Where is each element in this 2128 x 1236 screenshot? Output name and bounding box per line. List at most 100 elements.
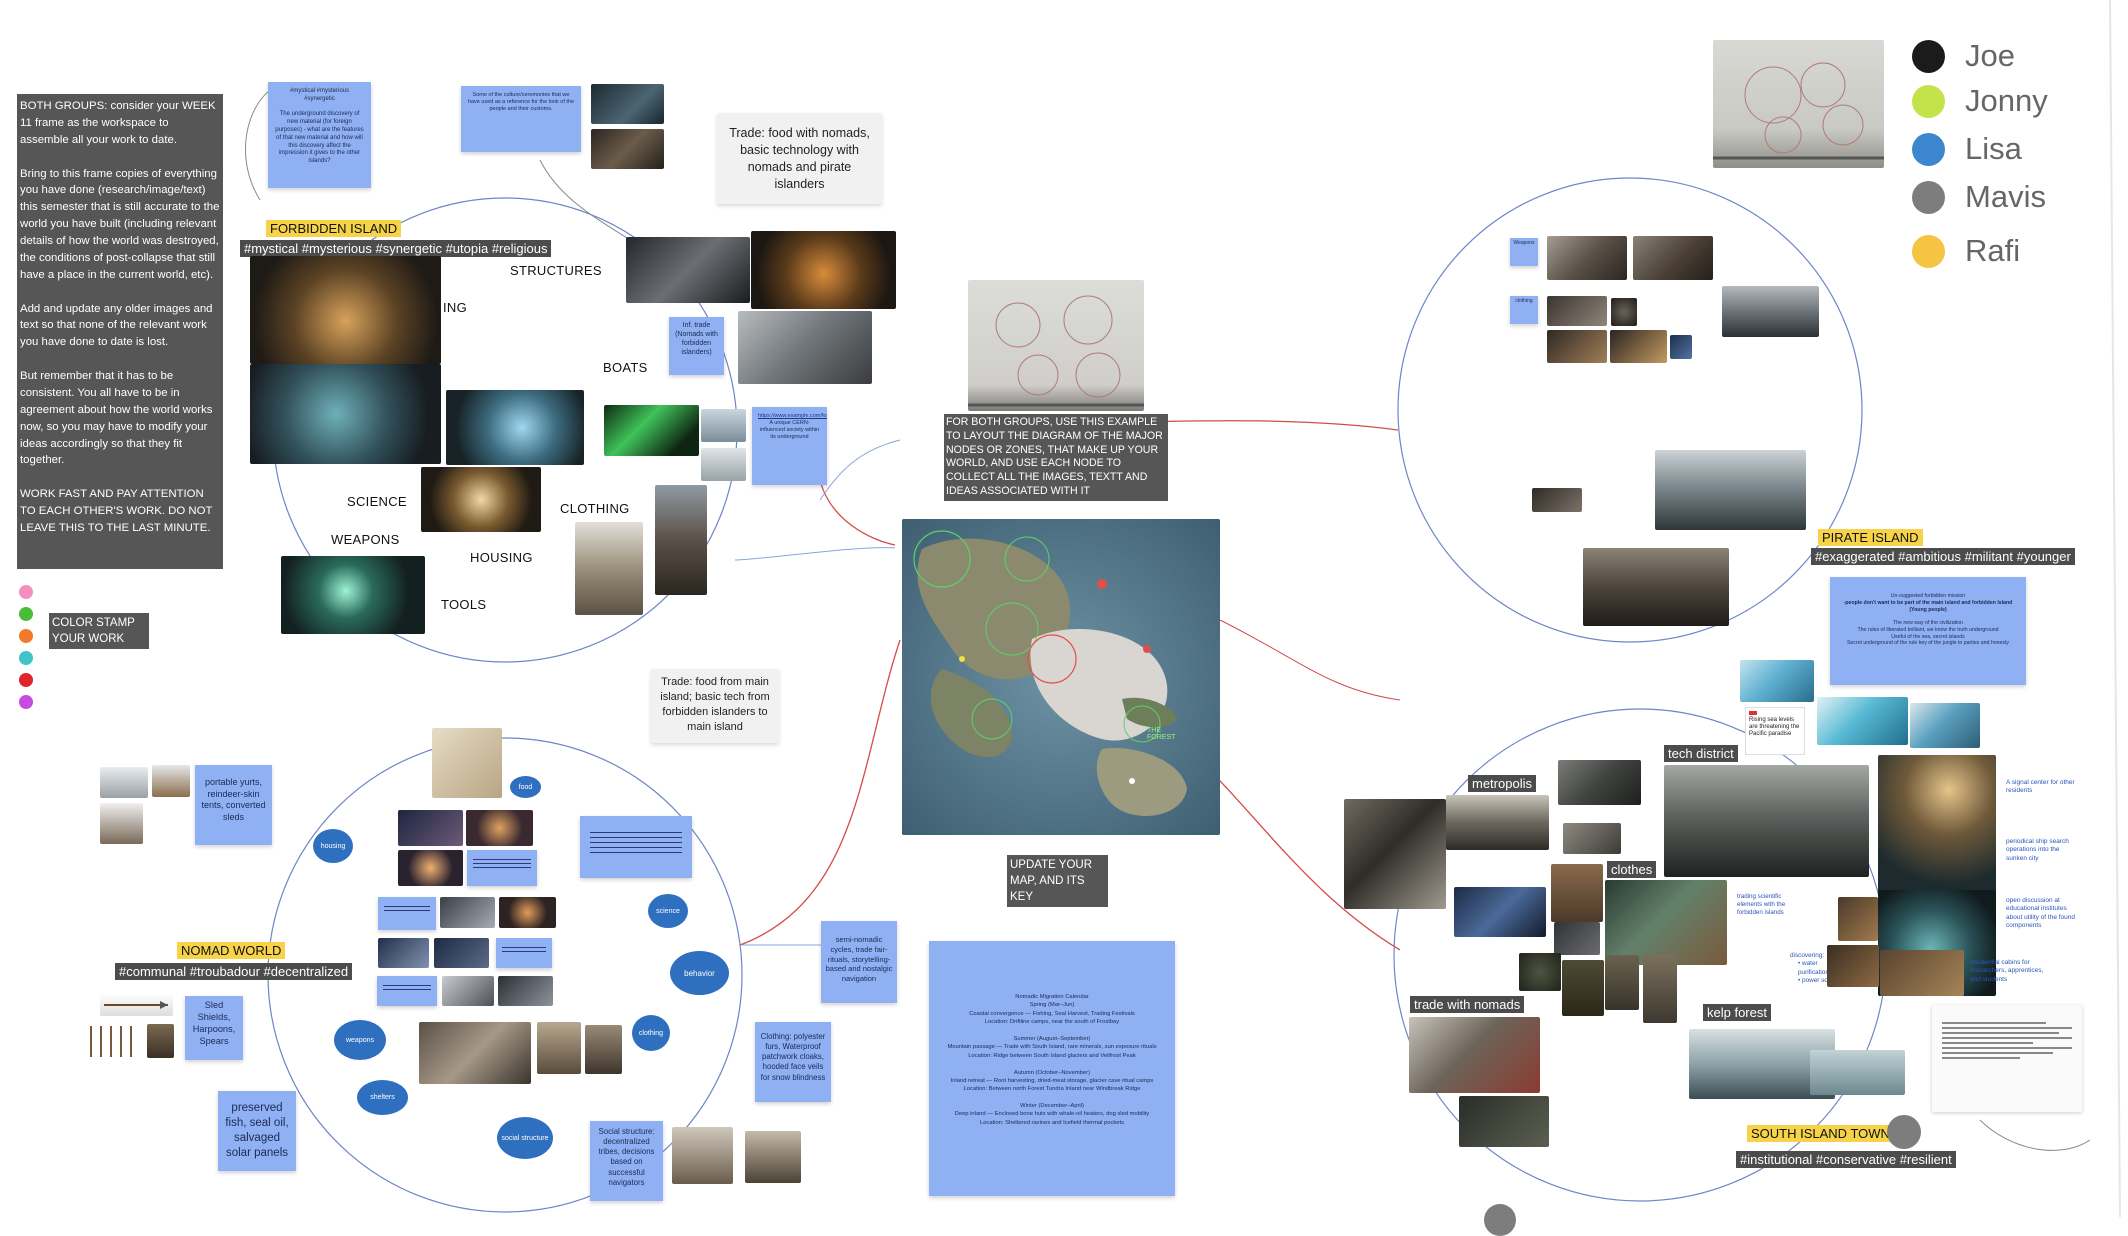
nomad-image-sketch[interactable]: [432, 728, 502, 798]
south-image-clothes-3[interactable]: [1554, 922, 1600, 955]
forbidden-image-underwater-1[interactable]: [250, 256, 441, 364]
south-image-city-1[interactable]: [1344, 799, 1446, 909]
south-image-aerial-reef[interactable]: [1740, 660, 1814, 702]
nomad-image-fire-2[interactable]: [466, 810, 533, 846]
forbidden-image-glowing-device[interactable]: [281, 556, 425, 634]
color-stamp-purple[interactable]: [19, 695, 33, 709]
forbidden-image-ruins-1[interactable]: [591, 84, 664, 124]
south-image-kelp-2[interactable]: [1810, 1050, 1905, 1095]
south-image-coast-2[interactable]: [1910, 703, 1980, 748]
nomad-dot-weapons[interactable]: weapons: [334, 1020, 386, 1060]
pirate-note-clothing[interactable]: clothing: [1510, 296, 1538, 324]
nomad-mini-note-4[interactable]: [377, 976, 437, 1006]
south-image-clothes-4[interactable]: [1605, 880, 1727, 965]
color-stamp-pink[interactable]: [19, 585, 33, 599]
forbidden-image-coast-1[interactable]: [701, 409, 746, 442]
forbidden-trade-note[interactable]: Trade: food with nomads, basic technolog…: [717, 113, 882, 204]
nomad-mini-note-1[interactable]: [467, 850, 537, 886]
nomad-image-fire-1[interactable]: [398, 810, 463, 846]
color-stamp-teal[interactable]: [19, 651, 33, 665]
nomad-image-camp-1[interactable]: [440, 897, 495, 928]
nomad-image-tundra[interactable]: [100, 767, 148, 798]
south-image-tech-city[interactable]: [1664, 765, 1869, 877]
nomad-dot-science[interactable]: science: [648, 894, 688, 928]
south-image-clothes-5[interactable]: [1519, 953, 1561, 991]
south-image-lighthouse[interactable]: [1878, 755, 1996, 895]
nomad-semi-note[interactable]: semi-nomadic cycles, trade fair-rituals,…: [821, 921, 897, 1003]
nomad-trade-note[interactable]: Trade: food from main island; basic tech…: [651, 669, 779, 743]
forbidden-image-ruins-2[interactable]: [591, 129, 664, 169]
nomad-image-figure-1[interactable]: [537, 1022, 581, 1074]
color-stamp-red[interactable]: [19, 673, 33, 687]
nomad-dot-clothing[interactable]: clothing: [632, 1015, 670, 1051]
pirate-description-note[interactable]: Un-suggested forbidden mission -people d…: [1830, 577, 2026, 685]
pirate-image-armada[interactable]: [1655, 450, 1806, 530]
forbidden-image-tunnel[interactable]: [446, 390, 584, 465]
nomad-image-camp-4[interactable]: [434, 938, 489, 968]
south-image-clothes-6[interactable]: [1562, 960, 1604, 1016]
pirate-image-crowd[interactable]: [1583, 548, 1729, 626]
south-image-workshop-2[interactable]: [1827, 945, 1879, 987]
south-image-city-2[interactable]: [1446, 795, 1549, 850]
nomad-image-fire-3[interactable]: [398, 850, 463, 886]
south-news-card[interactable]: Rising sea levels are threatening the Pa…: [1745, 707, 1805, 755]
nomad-mini-note-3[interactable]: [496, 938, 552, 968]
forbidden-note-culture[interactable]: Some of the culture/ceremonies that we h…: [461, 86, 581, 152]
nomad-preserved-note[interactable]: preserved fish, seal oil, salvaged solar…: [218, 1091, 296, 1171]
pirate-note-weapons[interactable]: Weapons: [1510, 238, 1538, 266]
forbidden-image-porthole[interactable]: [421, 467, 541, 532]
south-image-clothes-2[interactable]: [1551, 864, 1603, 922]
forbidden-note-link[interactable]: https://www.example.com/forbiddenA uniqu…: [752, 407, 827, 485]
nomad-image-camp-6[interactable]: [498, 976, 553, 1006]
forbidden-image-cavern-glow[interactable]: [751, 231, 896, 309]
nomad-image-camp-2[interactable]: [499, 897, 556, 928]
nomad-image-spears[interactable]: [85, 1024, 143, 1059]
nomad-text-note-large[interactable]: [580, 816, 692, 878]
south-image-clothes-7[interactable]: [1605, 955, 1639, 1010]
south-image-city-3[interactable]: [1563, 823, 1621, 854]
pirate-image-ship[interactable]: [1547, 236, 1627, 280]
nomad-image-figure-2[interactable]: [585, 1025, 622, 1074]
forbidden-image-cave-structure[interactable]: [626, 237, 750, 303]
nomad-image-yurt[interactable]: [152, 765, 190, 797]
nomad-dot-food[interactable]: food: [510, 776, 541, 798]
color-stamp-orange[interactable]: [19, 629, 33, 643]
nomad-image-camp-3[interactable]: [378, 938, 429, 968]
migration-calendar-note[interactable]: Nomadic Migration Calendar Spring (Mar–J…: [929, 941, 1175, 1196]
nomad-image-harpoon[interactable]: [100, 994, 173, 1016]
forbidden-image-clothing-1[interactable]: [575, 522, 643, 615]
forbidden-image-coast-2[interactable]: [701, 448, 746, 481]
nomad-image-camp-5[interactable]: [442, 976, 494, 1006]
nomad-image-dinosaur[interactable]: [419, 1022, 531, 1084]
pirate-image-crew-4[interactable]: [1610, 330, 1667, 363]
pirate-image-small[interactable]: [1532, 488, 1582, 512]
south-image-workshop-1[interactable]: [1838, 897, 1878, 941]
nomad-image-sled[interactable]: [100, 803, 143, 844]
pirate-image-crew-2[interactable]: [1611, 298, 1637, 326]
south-image-street[interactable]: [1558, 760, 1641, 805]
forbidden-image-workers[interactable]: [738, 311, 872, 384]
nomad-social-note[interactable]: Social structure: decentralized tribes, …: [590, 1121, 663, 1201]
south-image-trade-2[interactable]: [1459, 1096, 1549, 1147]
south-image-workshop-3[interactable]: [1880, 950, 1964, 996]
nomad-portable-note[interactable]: portable yurts, reindeer-skin tents, con…: [195, 765, 272, 845]
nomad-dot-housing[interactable]: housing: [313, 829, 353, 863]
color-stamp-green[interactable]: [19, 607, 33, 621]
nomad-clothing-note[interactable]: Clothing: polyester furs, Waterproof pat…: [755, 1022, 831, 1102]
south-text-card[interactable]: [1932, 1005, 2082, 1112]
nomad-image-tribe-1[interactable]: [672, 1127, 733, 1184]
nomad-image-pack[interactable]: [147, 1024, 174, 1058]
nomad-dot-social[interactable]: social structure: [497, 1117, 553, 1159]
south-image-clothes-8[interactable]: [1643, 955, 1677, 1023]
pirate-image-harbor[interactable]: [1722, 286, 1819, 337]
south-image-trade-1[interactable]: [1409, 1017, 1540, 1093]
whiteboard-photo[interactable]: [1713, 40, 1884, 168]
pirate-image-crew-1[interactable]: [1547, 296, 1607, 326]
nomad-image-tribe-2[interactable]: [745, 1131, 801, 1183]
pirate-image-fortress[interactable]: [1633, 236, 1713, 280]
world-map[interactable]: THE FOREST: [902, 519, 1220, 835]
south-image-clothes-1[interactable]: [1454, 887, 1546, 937]
forbidden-image-underwater-2[interactable]: [250, 364, 441, 464]
nomad-sled-note[interactable]: Sled Shields, Harpoons, Spears: [185, 996, 243, 1060]
south-image-coast-1[interactable]: [1817, 697, 1908, 745]
